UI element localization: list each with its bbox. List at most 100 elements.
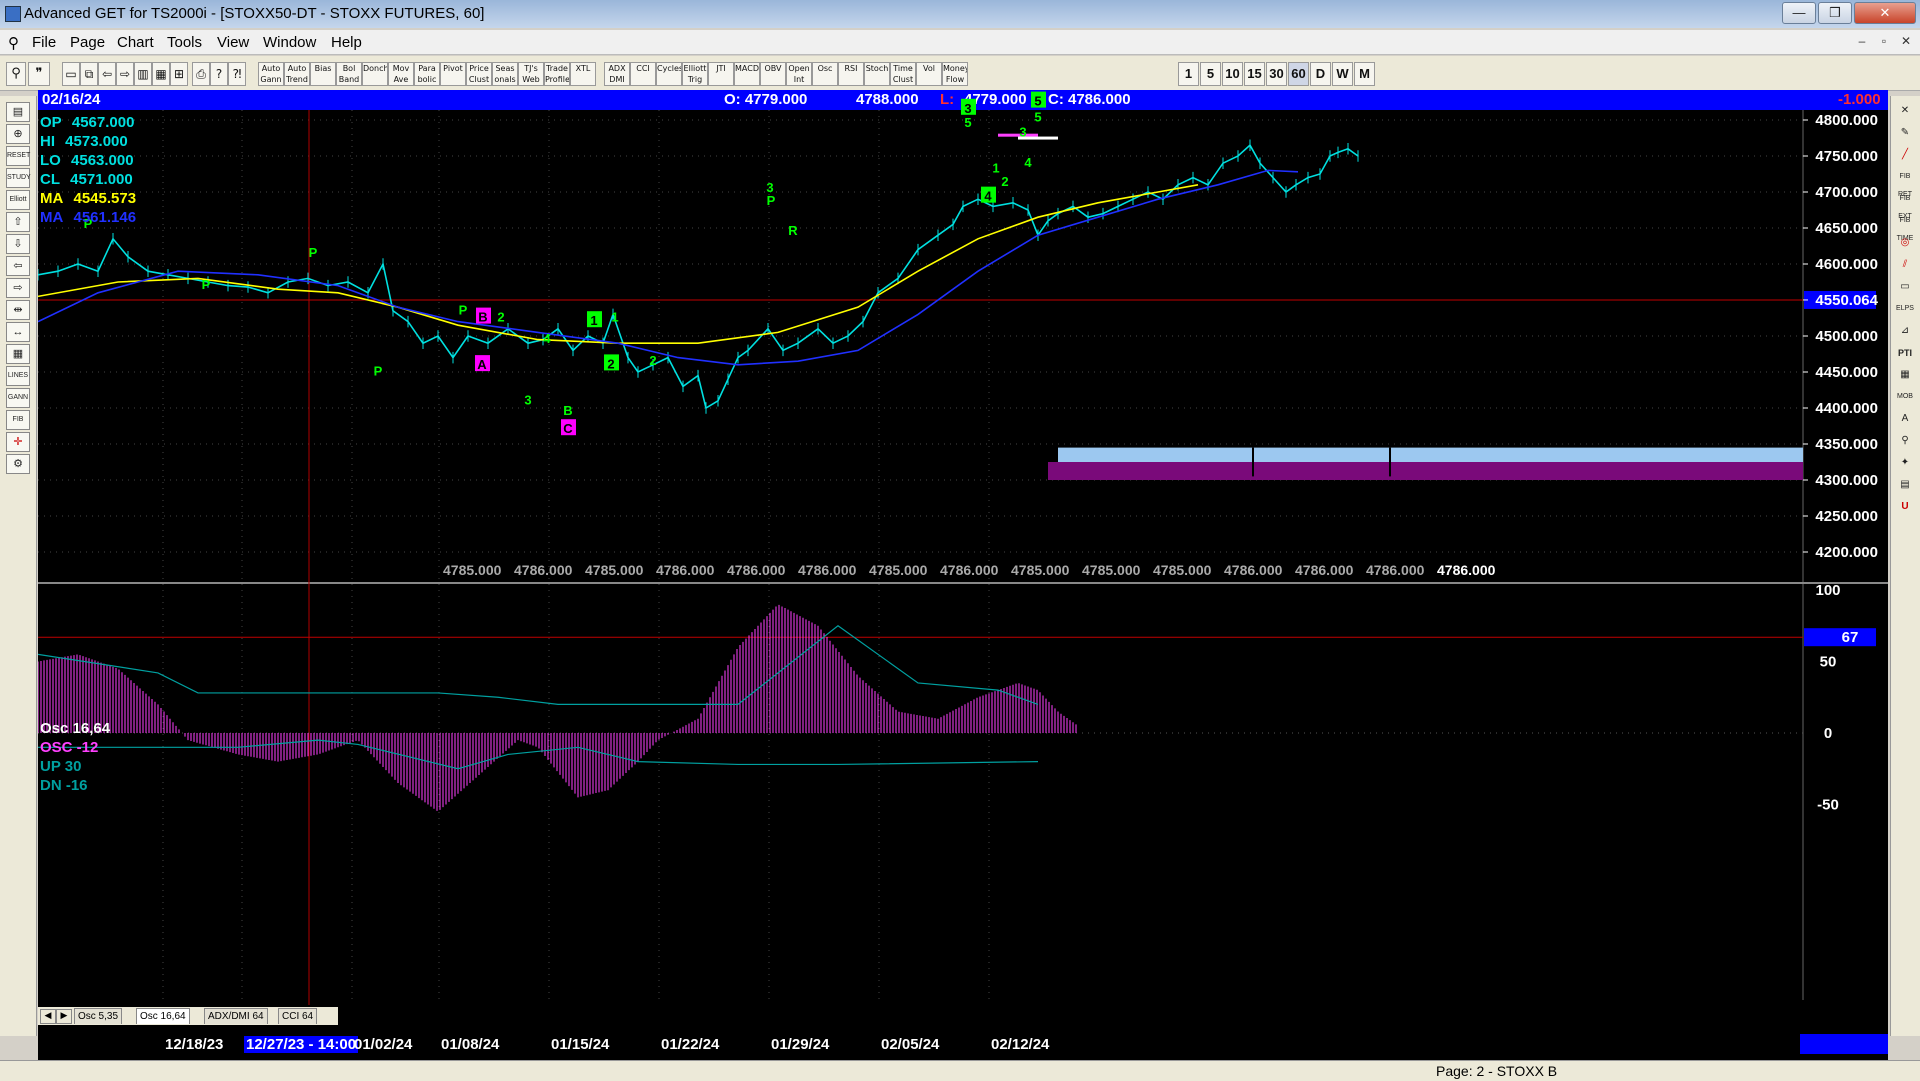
study-button-25[interactable]: Vol [916, 62, 942, 86]
tab-scroll-right-icon[interactable]: ▶ [56, 1009, 72, 1024]
magnify-icon[interactable]: ⚲ [1895, 432, 1915, 450]
study-button-7[interactable]: Pivot [440, 62, 466, 86]
study-button-21[interactable]: Osc [812, 62, 838, 86]
study-button-15[interactable]: Cycles [656, 62, 682, 86]
help-icon[interactable]: ? [210, 62, 228, 86]
timeframe-M-button[interactable]: M [1354, 62, 1375, 86]
mob-icon[interactable]: MOB [1895, 388, 1915, 406]
crosshair-icon[interactable]: ✛ [6, 432, 30, 452]
study-button-22[interactable]: RSI [838, 62, 864, 86]
fib-icon[interactable]: FIB [6, 410, 30, 430]
mdi-minimize-icon[interactable]: – [1852, 34, 1872, 50]
timeframe-W-button[interactable]: W [1332, 62, 1353, 86]
maximize-button[interactable]: ❒ [1818, 2, 1852, 24]
menu-tools[interactable]: Tools [167, 34, 202, 51]
study-button-17[interactable]: JTI [708, 62, 734, 86]
timeframe-10-button[interactable]: 10 [1222, 62, 1243, 86]
arrow-up-icon[interactable]: ⇧ [6, 212, 30, 232]
timeframe-D-button[interactable]: D [1310, 62, 1331, 86]
expand-icon[interactable]: ↔ [6, 322, 30, 342]
pti-icon[interactable]: PTI [1895, 344, 1915, 362]
study-button-0[interactable]: Auto Gann [258, 62, 284, 86]
close-button[interactable]: ✕ [1854, 2, 1916, 24]
pencil-icon[interactable]: ✎ [1895, 124, 1915, 142]
study-button-14[interactable]: CCI [630, 62, 656, 86]
study-button-16[interactable]: Elliott Trig [682, 62, 708, 86]
arrow-left-icon[interactable]: ⇦ [6, 256, 30, 276]
split-icon[interactable]: ⊞ [170, 62, 188, 86]
context-help-icon[interactable]: ⁈ [228, 62, 246, 86]
study-button-2[interactable]: Bias [310, 62, 336, 86]
mdi-restore-icon[interactable]: ▫ [1874, 34, 1894, 50]
study-tab-1[interactable]: Osc 16,64 [136, 1008, 190, 1024]
study-button-3[interactable]: Bol Band [336, 62, 362, 86]
pin-icon[interactable]: ⚲ [6, 62, 26, 86]
study-button-18[interactable]: MACD [734, 62, 760, 86]
study-button-19[interactable]: OBV [760, 62, 786, 86]
grid-icon[interactable]: ▦ [6, 344, 30, 364]
chart-canvas[interactable]: 4800.000 4750.000 4700.000 4650.000 4600.000… [38, 90, 1888, 1070]
fib-ext-icon[interactable]: FIB EXT [1895, 190, 1915, 220]
study-tab-2[interactable]: ADX/DMI 64 [204, 1008, 268, 1024]
clipboard-icon[interactable]: ▤ [1895, 476, 1915, 494]
elliott-icon[interactable]: Elliott [6, 190, 30, 210]
copy-icon[interactable]: ⧉ [80, 62, 98, 86]
timeframe-5-button[interactable]: 5 [1200, 62, 1221, 86]
new-icon[interactable]: ▭ [62, 62, 80, 86]
gann-icon[interactable]: GANN [6, 388, 30, 408]
table-icon[interactable]: ▦ [1895, 366, 1915, 384]
reset-icon[interactable]: RESET [6, 146, 30, 166]
compress-icon[interactable]: ⇹ [6, 300, 30, 320]
box-icon[interactable]: ▭ [1895, 278, 1915, 296]
tab-scroll-left-icon[interactable]: ◀ [40, 1009, 56, 1024]
menu-chart[interactable]: Chart [117, 34, 154, 51]
study-button-24[interactable]: Time Clust [890, 62, 916, 86]
menu-page[interactable]: Page [70, 34, 105, 51]
study-button-1[interactable]: Auto Trend [284, 62, 310, 86]
study-button-13[interactable]: ADX DMI [604, 62, 630, 86]
minimize-button[interactable]: — [1782, 2, 1816, 24]
study-button-20[interactable]: Open Int [786, 62, 812, 86]
study-button-6[interactable]: Para bolic [414, 62, 440, 86]
study-button-10[interactable]: TJ's Web [518, 62, 544, 86]
fib-time-icon[interactable]: FIB TIME [1895, 212, 1915, 242]
zoom-icon[interactable]: ⊕ [6, 124, 30, 144]
fib-ret-icon[interactable]: FIB RET [1895, 168, 1915, 198]
back-icon[interactable]: ⇦ [98, 62, 116, 86]
timeframe-15-button[interactable]: 15 [1244, 62, 1265, 86]
channel-icon[interactable]: ⫽ [1895, 256, 1915, 274]
timeframe-30-button[interactable]: 30 [1266, 62, 1287, 86]
menu-help[interactable]: Help [331, 34, 362, 51]
chart-window[interactable]: 02/16/24 O: 4779.000 4788.000 L: 4779.00… [38, 90, 1888, 1070]
menu-file[interactable]: File [32, 34, 56, 51]
study-button-5[interactable]: Mov Ave [388, 62, 414, 86]
forward-icon[interactable]: ⇨ [116, 62, 134, 86]
study-button-12[interactable]: XTL [570, 62, 596, 86]
study-tab-3[interactable]: CCI 64 [278, 1008, 318, 1024]
timeframe-1-button[interactable]: 1 [1178, 62, 1199, 86]
spiral-icon[interactable]: ◎ [1895, 234, 1915, 252]
study-button-9[interactable]: Seas onals [492, 62, 518, 86]
study-tab-0[interactable]: Osc 5,35 [74, 1008, 123, 1024]
arrow-right-icon[interactable]: ⇨ [6, 278, 30, 298]
properties-icon[interactable]: ⚙ [6, 454, 30, 474]
print-icon[interactable]: ⎙ [192, 62, 210, 86]
line-tool-icon[interactable]: ╱ [1895, 146, 1915, 164]
arrow-down-icon[interactable]: ⇩ [6, 234, 30, 254]
magnet-icon[interactable]: U [1895, 498, 1915, 516]
study-button-26[interactable]: Money Flow [942, 62, 968, 86]
ellipse-icon[interactable]: ELPS [1895, 300, 1915, 318]
timeframe-60-button[interactable]: 60 [1288, 62, 1309, 86]
text-tool-icon[interactable]: A [1895, 410, 1915, 428]
study-icon[interactable]: STUDY [6, 168, 31, 188]
open-icon[interactable]: ▤ [6, 102, 30, 122]
quote-icon[interactable]: ❞ [28, 62, 50, 86]
menu-window[interactable]: Window [263, 34, 316, 51]
tile-icon[interactable]: ▥ [134, 62, 152, 86]
marker-icon[interactable]: ✦ [1895, 454, 1915, 472]
study-button-4[interactable]: Donch [362, 62, 388, 86]
study-button-23[interactable]: Stoch [864, 62, 890, 86]
cascade-icon[interactable]: ▦ [152, 62, 170, 86]
mdi-close-icon[interactable]: ✕ [1896, 34, 1916, 50]
cancel-draw-icon[interactable]: ✕ [1895, 102, 1915, 120]
